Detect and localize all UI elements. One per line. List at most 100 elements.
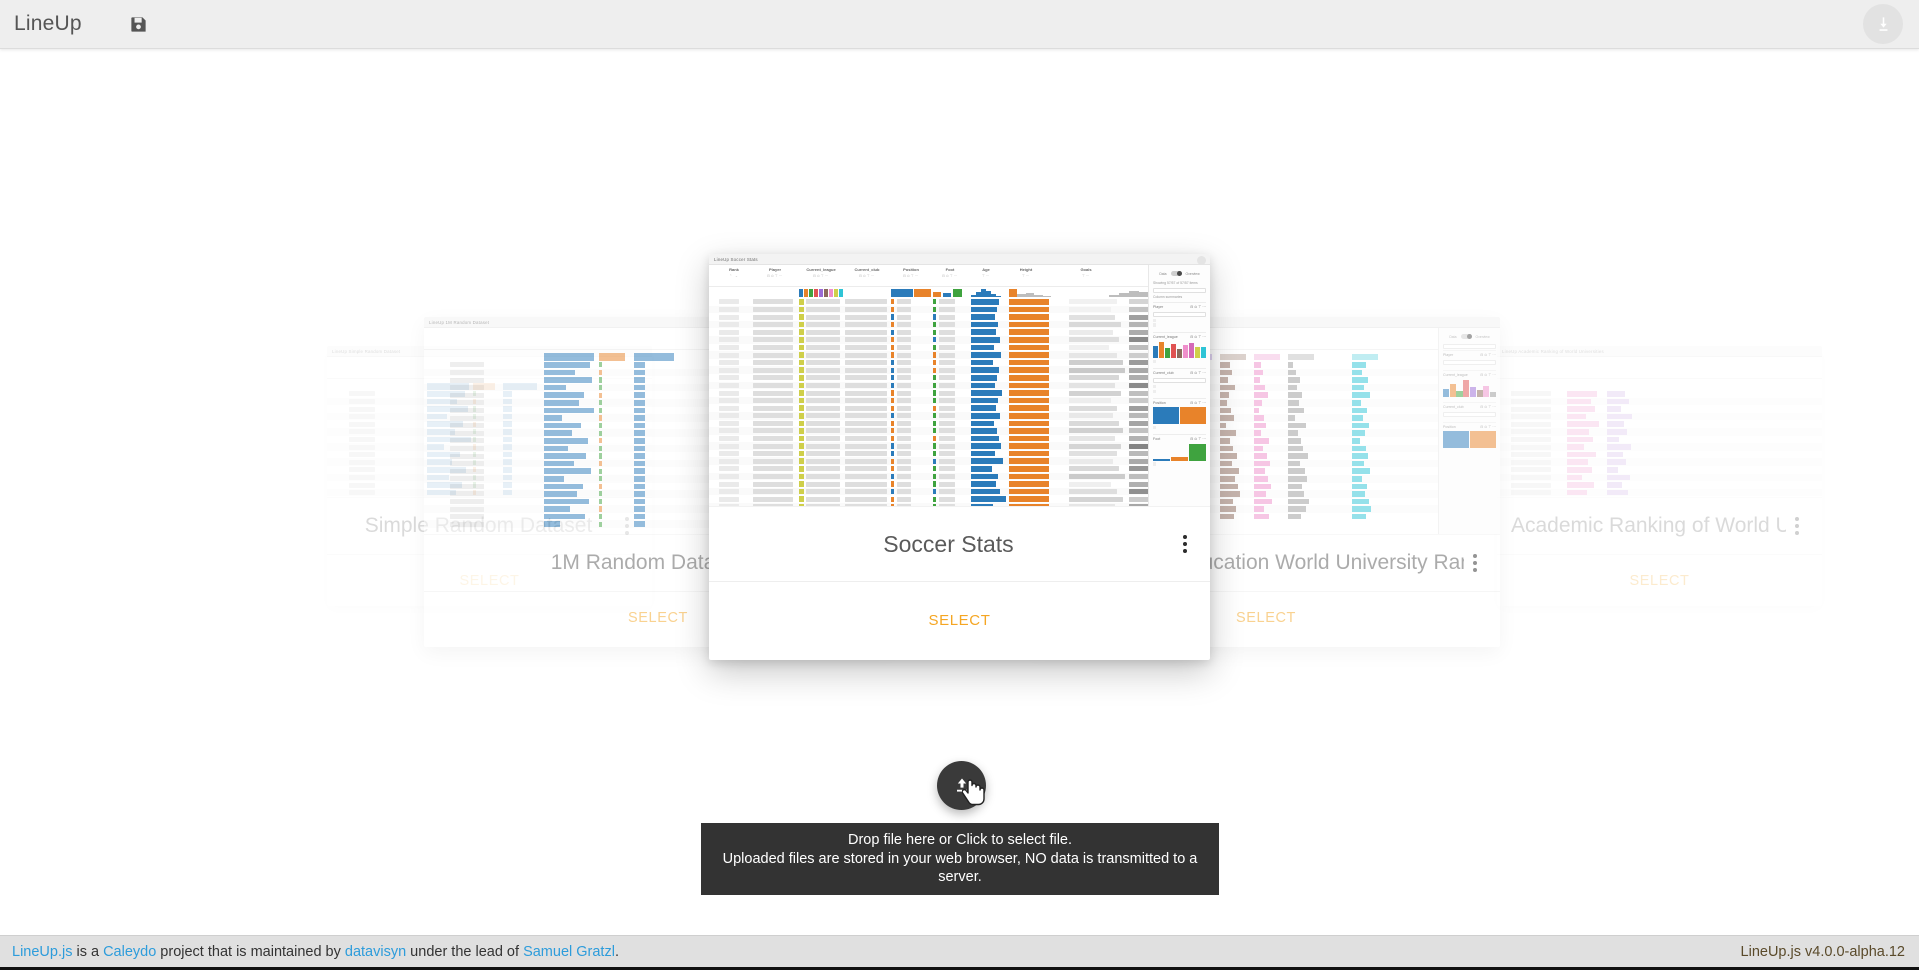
summary-name: Position bbox=[1443, 424, 1456, 429]
summary-filter-input[interactable] bbox=[1153, 312, 1206, 317]
summary-block-current-league: Current_league ⊟ ⊙ ⊤ ⋯ bbox=[1153, 331, 1206, 364]
more-vertical-icon[interactable] bbox=[1786, 513, 1808, 539]
category-histogram bbox=[1153, 443, 1206, 461]
footer-text-3: under the lead of bbox=[406, 943, 524, 960]
select-button[interactable]: SELECT bbox=[1236, 610, 1296, 626]
lineup-header-row: Rank ⌃ ⌄ Player ⊟⊙⊤⋯ Current_league ⊟⊙⊤⋯ Cu… bbox=[709, 265, 1148, 287]
column-header-goals[interactable]: Goals bbox=[1069, 267, 1103, 272]
toggle-switch[interactable] bbox=[1460, 334, 1472, 339]
footer-text-4: . bbox=[614, 943, 619, 960]
dataset-card-soccer-stats[interactable]: LineUp Soccer Stats Rank ⌃ ⌄ Player ⊟⊙⊤⋯ C… bbox=[709, 254, 1210, 660]
select-button[interactable]: SELECT bbox=[628, 610, 688, 626]
summary-name: Current_club bbox=[1443, 404, 1464, 409]
app-brand: LineUp bbox=[14, 12, 82, 35]
download-button[interactable] bbox=[1863, 4, 1903, 44]
lineup-js-link[interactable]: LineUp.js bbox=[12, 944, 72, 960]
column-header-age[interactable]: Age bbox=[971, 267, 1001, 272]
column-header-player[interactable]: Player bbox=[753, 267, 797, 272]
summary-name: Foot bbox=[1153, 437, 1161, 442]
datavisyn-link[interactable]: datavisyn bbox=[345, 944, 406, 960]
tooltip-line-1: Drop file here or Click to select file. bbox=[847, 832, 1073, 848]
page-footer: LineUp.js is a Caleydo project that is m… bbox=[0, 935, 1919, 970]
toggle-switch[interactable] bbox=[1170, 271, 1182, 276]
add-column-input[interactable] bbox=[1443, 343, 1496, 349]
lineup-summaries bbox=[709, 287, 1148, 298]
summary-name: Position bbox=[1153, 400, 1166, 405]
category-histogram bbox=[1153, 406, 1206, 425]
missing-values-checkbox[interactable] bbox=[1153, 462, 1206, 466]
lineup-miniature: LineUp Academic Ranking of World Univers… bbox=[1497, 346, 1822, 497]
dataset-card-title: Academic Ranking of World Universities bbox=[1511, 514, 1786, 537]
select-button[interactable]: SELECT bbox=[929, 612, 991, 629]
summary-tools[interactable]: ⊟ ⊙ ⊤ ⋯ bbox=[1190, 335, 1206, 339]
download-circle-icon bbox=[1879, 16, 1887, 31]
regex-checkbox[interactable] bbox=[1153, 318, 1206, 322]
side-panel-view-toggle[interactable]: Data Overview bbox=[1443, 332, 1496, 342]
missing-values-checkbox[interactable] bbox=[1153, 359, 1206, 364]
toggle-overview-label: Overview bbox=[1475, 334, 1490, 339]
caleydo-link[interactable]: Caleydo bbox=[103, 944, 156, 960]
side-panel-view-toggle[interactable]: Data Overview bbox=[1153, 269, 1206, 279]
summary-tools[interactable]: ⊟ ⊙ ⊤ ⋯ bbox=[1190, 437, 1206, 441]
missing-values-checkbox[interactable] bbox=[1153, 389, 1206, 393]
summary-tools[interactable]: ⊟ ⊙ ⊤ ⋯ bbox=[1190, 401, 1206, 405]
upload-icon bbox=[956, 778, 967, 792]
toggle-overview-label: Overview bbox=[1185, 271, 1200, 276]
add-column-input[interactable] bbox=[1153, 288, 1206, 293]
lineup-download-icon bbox=[1197, 256, 1206, 265]
lineup-rows bbox=[1497, 390, 1822, 497]
summary-name: Current_club bbox=[1153, 371, 1174, 376]
lineup-body bbox=[1497, 357, 1822, 497]
dataset-card-title-row: Soccer Stats bbox=[709, 507, 1210, 581]
upload-tooltip: Drop file here or Click to select file. … bbox=[701, 823, 1219, 895]
column-summaries-label: Column summaries bbox=[1153, 295, 1183, 299]
lineup-rows bbox=[709, 298, 1148, 506]
column-header-height[interactable]: Height bbox=[1009, 267, 1043, 272]
lineup-table: Rank ⌃ ⌄ Player ⊟⊙⊤⋯ Current_league ⊟⊙⊤⋯ Cu… bbox=[709, 265, 1148, 506]
samuel-gratzl-link[interactable]: Samuel Gratzl bbox=[523, 944, 615, 960]
summary-tools[interactable]: ⊟ ⊙ ⊤ ⋯ bbox=[1190, 371, 1206, 375]
lineup-table bbox=[1497, 357, 1822, 497]
lineup-preview-title: LineUp Academic Ranking of World Univers… bbox=[1497, 346, 1822, 357]
lineup-body: Rank ⌃ ⌄ Player ⊟⊙⊤⋯ Current_league ⊟⊙⊤⋯ Cu… bbox=[709, 265, 1210, 506]
select-button[interactable]: SELECT bbox=[1629, 573, 1689, 589]
summary-block-player: Player ⊟ ⊙ ⊤ ⋯ bbox=[1153, 302, 1206, 327]
dataset-preview-thumbnail: LineUp Academic Ranking of World Univers… bbox=[1497, 346, 1822, 498]
tooltip-line-2: Uploaded files are stored in your web br… bbox=[722, 850, 1198, 886]
summary-name: Player bbox=[1153, 305, 1164, 309]
side-panel-status: Showing 57/57 of 57/57 items bbox=[1153, 281, 1198, 285]
footer-text-2: project that is maintained by bbox=[156, 943, 345, 960]
summary-block-foot: Foot ⊟ ⊙ ⊤ ⋯ bbox=[1153, 434, 1206, 466]
dataset-preview-thumbnail: LineUp Soccer Stats Rank ⌃ ⌄ Player ⊟⊙⊤⋯ C… bbox=[709, 254, 1210, 507]
column-header-games[interactable]: Games bbox=[1139, 267, 1148, 272]
lineup-side-panel: Data Overview Showing 57/57 of 57/57 ite… bbox=[1148, 265, 1210, 506]
missing-values-checkbox[interactable] bbox=[1153, 425, 1206, 430]
floppy-disk-icon bbox=[131, 16, 146, 32]
summary-name: Player bbox=[1443, 353, 1454, 357]
column-header-current-league[interactable]: Current_league bbox=[799, 267, 843, 272]
missing-values-checkbox[interactable] bbox=[1153, 323, 1206, 327]
lineup-preview-title: LineUp Soccer Stats bbox=[709, 254, 1210, 265]
column-header-rank[interactable]: Rank bbox=[717, 267, 751, 272]
app-header: LineUp bbox=[0, 0, 1919, 49]
column-header-foot[interactable]: Foot bbox=[933, 267, 967, 272]
summary-tools[interactable]: ⊟ ⊙ ⊤ ⋯ bbox=[1190, 305, 1206, 309]
summary-block-current-club: Current_club ⊟ ⊙ ⊤ ⋯ bbox=[1153, 368, 1206, 393]
column-header-position[interactable]: Position bbox=[891, 267, 931, 272]
footer-text-1: is a bbox=[72, 943, 104, 960]
save-session-button[interactable] bbox=[124, 9, 154, 39]
column-header-current-club[interactable]: Current_club bbox=[845, 267, 889, 272]
summary-block-position: Position ⊟ ⊙ ⊤ ⋯ bbox=[1153, 397, 1206, 430]
regex-checkbox[interactable] bbox=[1153, 384, 1206, 389]
summary-filter-input[interactable] bbox=[1153, 378, 1206, 384]
upload-file-button[interactable] bbox=[937, 761, 986, 810]
lineup-miniature: LineUp Soccer Stats Rank ⌃ ⌄ Player ⊟⊙⊤⋯ C… bbox=[709, 254, 1210, 506]
more-vertical-icon[interactable] bbox=[1464, 550, 1486, 576]
category-histogram bbox=[1153, 340, 1206, 359]
lineup-side-panel: Data Overview Player ⊟ ⊙ ⊤ ⋯ Current_leag… bbox=[1438, 328, 1500, 534]
dataset-card-actions: SELECT bbox=[1497, 554, 1822, 606]
version-label: LineUp.js v4.0.0-alpha.12 bbox=[1740, 943, 1905, 960]
dataset-card-academic-ranking-of-world-universities[interactable]: LineUp Academic Ranking of World Univers… bbox=[1497, 346, 1822, 606]
summary-name: Current_league bbox=[1443, 373, 1468, 377]
more-vertical-icon[interactable] bbox=[1174, 531, 1196, 557]
